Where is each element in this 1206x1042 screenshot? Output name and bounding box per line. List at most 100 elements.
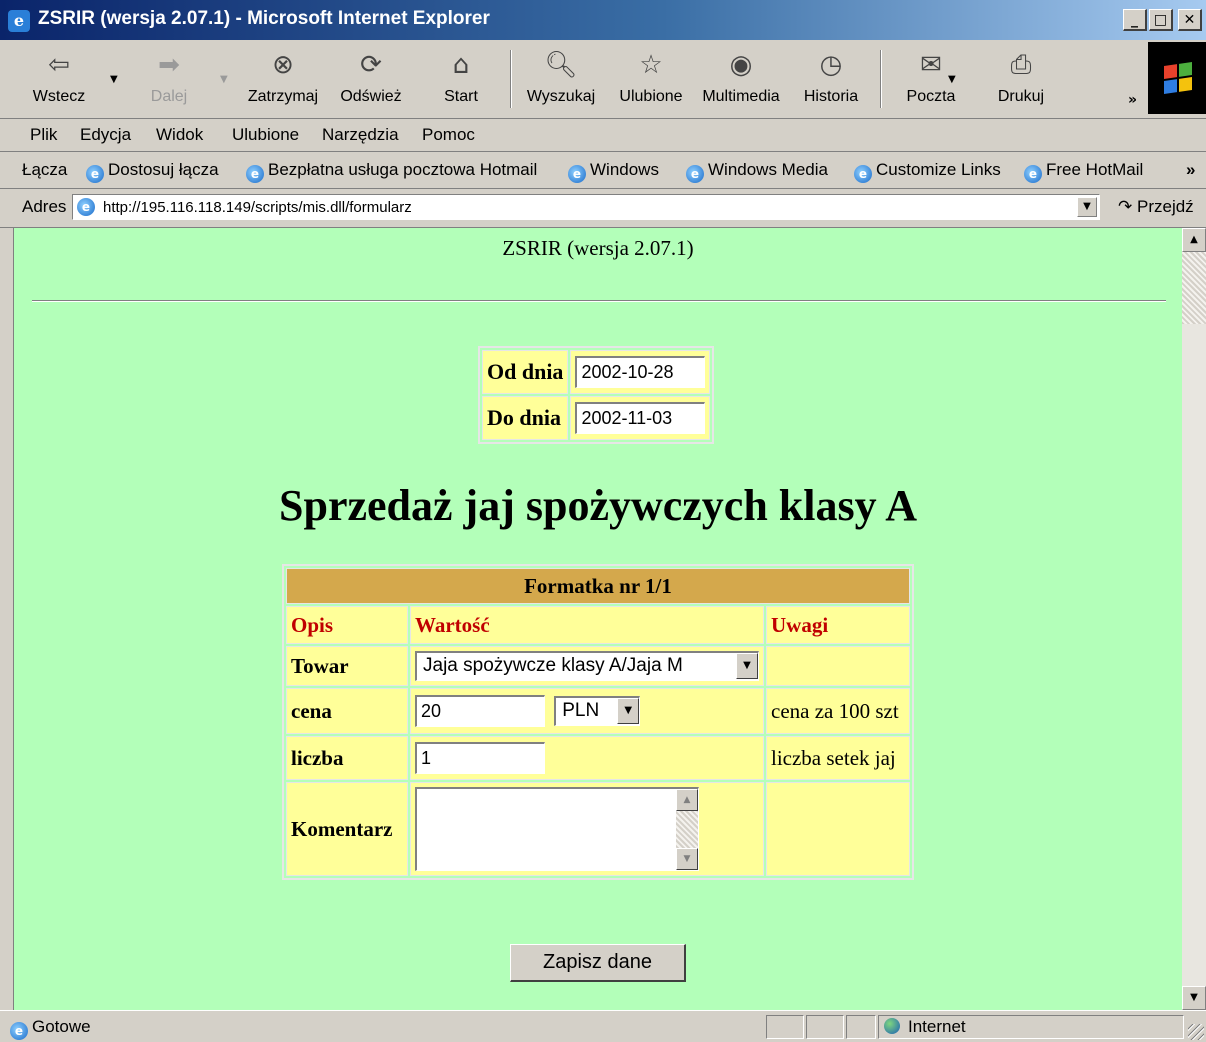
link-label: Free HotMail: [1046, 160, 1144, 179]
minimize-button[interactable]: _: [1123, 9, 1147, 31]
status-label: Gotowe: [32, 1017, 91, 1036]
search-button[interactable]: 🔍︎ Wyszukaj: [518, 48, 604, 112]
go-arrow-icon: ↷: [1118, 197, 1133, 216]
close-button[interactable]: ✕: [1178, 9, 1202, 31]
ie-page-icon: e: [686, 165, 704, 183]
mail-button[interactable]: ✉ Poczta: [888, 48, 974, 112]
currency-select-value: PLN: [562, 700, 600, 721]
quantity-input[interactable]: [415, 742, 545, 774]
menu-file[interactable]: Plik: [30, 125, 57, 145]
ie-page-icon: e: [568, 165, 586, 183]
quantity-label: liczba: [286, 736, 408, 780]
media-label: Multimedia: [702, 88, 780, 105]
comment-scrollbar[interactable]: ▲ ▼: [676, 789, 698, 870]
comment-label: Komentarz: [286, 782, 408, 876]
ie-page-icon: e: [854, 165, 872, 183]
from-date-input[interactable]: [575, 356, 706, 388]
scroll-up-icon[interactable]: ▲: [1182, 228, 1206, 252]
go-button[interactable]: ↷ Przejdź: [1118, 197, 1194, 217]
home-label: Start: [444, 88, 478, 105]
menu-tools[interactable]: Narzędzia: [322, 125, 399, 145]
title-bar[interactable]: e ZSRIR (wersja 2.07.1) - Microsoft Inte…: [0, 0, 1206, 40]
stop-button[interactable]: ⊗ Zatrzymaj: [240, 48, 326, 112]
scroll-down-icon[interactable]: ▼: [1182, 986, 1206, 1010]
date-range-table: Od dnia Do dnia: [478, 346, 715, 444]
address-dropdown-button[interactable]: ▼: [1077, 197, 1097, 217]
form-header: Formatka nr 1/1: [286, 568, 910, 604]
scroll-up-icon[interactable]: ▲: [676, 789, 698, 811]
print-button[interactable]: ⎙ Drukuj: [978, 48, 1064, 112]
chevron-down-icon[interactable]: ▼: [736, 653, 758, 679]
save-data-button[interactable]: Zapisz dane: [510, 944, 686, 982]
link-customize-pl[interactable]: e Dostosuj łącza: [86, 160, 219, 183]
mail-icon: ✉: [920, 50, 942, 80]
history-label: Historia: [803, 88, 859, 105]
scroll-down-icon[interactable]: ▼: [676, 848, 698, 870]
chevron-down-icon[interactable]: ▼: [617, 698, 640, 724]
maximize-button[interactable]: □: [1149, 9, 1173, 31]
links-label: Łącza: [22, 160, 68, 179]
to-date-input[interactable]: [575, 402, 706, 434]
link-customize-links[interactable]: e Customize Links: [854, 160, 1001, 183]
forward-button[interactable]: ➡ Dalej: [126, 48, 212, 112]
back-label: Wstecz: [32, 88, 86, 105]
address-input[interactable]: e http://195.116.118.149/scripts/mis.dll…: [72, 194, 1100, 220]
currency-select[interactable]: PLN ▼: [554, 696, 641, 726]
resize-grip[interactable]: [1188, 1024, 1204, 1040]
link-label: Customize Links: [876, 160, 1001, 179]
link-label: Windows: [590, 160, 659, 179]
address-url[interactable]: http://195.116.118.149/scripts/mis.dll/f…: [103, 199, 412, 216]
menu-edit[interactable]: Edycja: [80, 125, 131, 145]
globe-icon: [884, 1018, 900, 1034]
menu-favorites[interactable]: Ulubione: [232, 125, 299, 145]
back-dropdown-arrow[interactable]: ▼: [110, 74, 118, 85]
link-free-hotmail[interactable]: e Free HotMail: [1024, 160, 1143, 183]
security-zone: Internet: [884, 1017, 966, 1037]
comment-textarea[interactable]: ▲ ▼: [415, 787, 699, 871]
media-button[interactable]: ◉ Multimedia: [698, 48, 784, 112]
toolbar-separator: [510, 50, 512, 108]
page-content: ZSRIR (wersja 2.07.1) Od dnia Do dnia Sp…: [14, 228, 1182, 1010]
links-bar: Łącza e Dostosuj łącza e Bezpłatna usługa …: [0, 152, 1206, 189]
history-icon: ◷: [819, 50, 843, 80]
menu-help[interactable]: Pomoc: [422, 125, 475, 145]
history-button[interactable]: ◷ Historia: [788, 48, 874, 112]
horizontal-rule: [32, 300, 1166, 302]
ie-logo-icon: e: [8, 10, 30, 32]
form-table: Formatka nr 1/1 Opis Wartość Uwagi Towar…: [282, 564, 914, 880]
ie-page-icon: e: [86, 165, 104, 183]
product-select[interactable]: Jaja spożywcze klasy A/Jaja M ▼: [415, 651, 759, 681]
go-label: Przejdź: [1136, 197, 1194, 216]
favorites-button[interactable]: ☆ Ulubione: [608, 48, 694, 112]
back-button[interactable]: ⇦ Wstecz: [16, 48, 102, 112]
link-hotmail-pl[interactable]: e Bezpłatna usługa pocztowa Hotmail: [246, 160, 537, 183]
page-scrollbar[interactable]: ▲ ▼: [1182, 228, 1206, 1010]
zone-label: Internet: [908, 1017, 966, 1036]
product-select-value: Jaja spożywcze klasy A/Jaja M: [423, 655, 683, 676]
favorites-icon: ☆: [639, 50, 663, 80]
links-overflow-chevron-icon[interactable]: »: [1186, 160, 1195, 180]
windows-logo-icon: [1148, 42, 1206, 114]
toolbar-overflow-chevron-icon[interactable]: »: [1128, 92, 1137, 108]
forward-dropdown-arrow[interactable]: ▼: [220, 74, 228, 85]
refresh-button[interactable]: ⟳ Odśwież: [328, 48, 414, 112]
ie-page-icon: e: [246, 165, 264, 183]
comment-note: [766, 782, 910, 876]
standard-toolbar: ⇦ Wstecz ▼ ➡ Dalej ▼ ⊗ Zatrzymaj ⟳ Odświ…: [0, 40, 1206, 119]
scrollbar-thumb[interactable]: [1182, 252, 1206, 324]
status-pane: [846, 1015, 876, 1039]
product-label: Towar: [286, 646, 408, 686]
mail-dropdown-arrow[interactable]: ▼: [948, 74, 956, 85]
home-button[interactable]: ⌂ Start: [418, 48, 504, 112]
link-windows-media[interactable]: e Windows Media: [686, 160, 828, 183]
ie-page-icon: e: [77, 198, 95, 216]
link-windows[interactable]: e Windows: [568, 160, 659, 183]
menu-view[interactable]: Widok: [156, 125, 203, 145]
column-header-value: Wartość: [410, 606, 764, 644]
address-label: Adres: [22, 197, 67, 216]
price-input[interactable]: [415, 695, 545, 727]
page-title: Sprzedaż jaj spożywczych klasy A: [279, 481, 917, 530]
status-text: e Gotowe: [10, 1017, 91, 1040]
ie-page-icon: e: [1024, 165, 1042, 183]
column-header-notes: Uwagi: [766, 606, 910, 644]
